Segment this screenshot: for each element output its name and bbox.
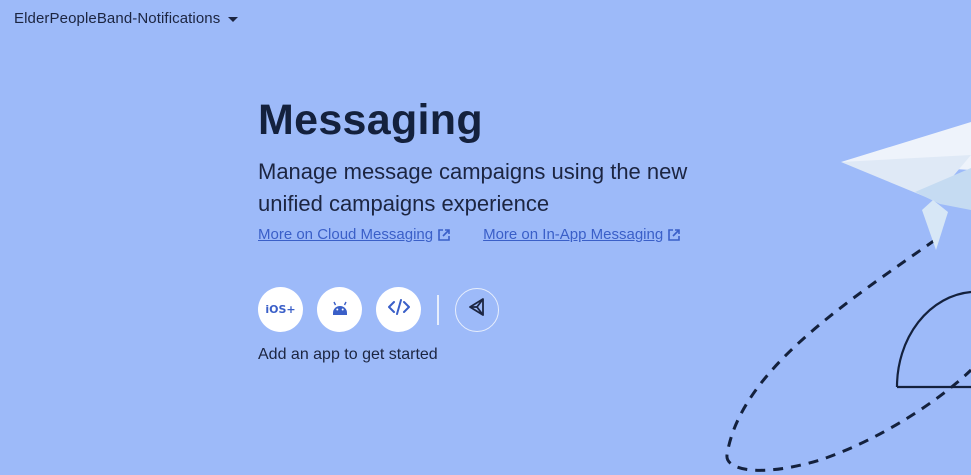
chevron-down-icon [228,17,239,22]
android-icon [331,299,349,320]
external-link-icon [667,228,681,242]
unity-icon [467,297,487,322]
page-subtitle: Manage message campaigns using the new u… [258,159,688,216]
in-app-messaging-link[interactable]: More on In-App Messaging [483,226,681,243]
add-web-app-button[interactable] [376,287,421,332]
add-android-app-button[interactable] [317,287,362,332]
external-link-icon [437,228,451,242]
paper-plane-illustration [725,122,971,472]
project-selector[interactable]: ElderPeopleBand-Notifications [14,10,239,27]
platform-divider [437,294,439,325]
cloud-messaging-link[interactable]: More on Cloud Messaging [258,226,451,243]
add-unity-app-button[interactable] [454,287,499,332]
cloud-messaging-link-label: More on Cloud Messaging [258,226,434,243]
add-ios-app-button[interactable]: iOS+ [258,287,303,332]
project-name: ElderPeopleBand-Notifications [14,10,221,27]
code-icon [387,299,410,320]
ios-icon: iOS+ [265,303,296,316]
in-app-messaging-link-label: More on In-App Messaging [483,226,664,243]
